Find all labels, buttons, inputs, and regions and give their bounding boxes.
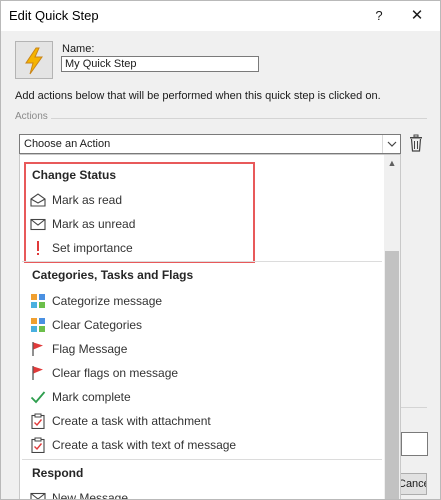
- action-dropdown-list: Change Status Mark as read Mark as unrea…: [19, 154, 401, 500]
- divider: [22, 261, 382, 262]
- chevron-down-icon[interactable]: [382, 135, 400, 153]
- instructions-text: Add actions below that will be performed…: [15, 90, 381, 102]
- scroll-up-arrow-icon[interactable]: ▲: [384, 155, 400, 171]
- highlight-box: [24, 162, 255, 263]
- menu-item-label: Create a task with attachment: [52, 414, 211, 428]
- menu-item-mark-complete[interactable]: Mark complete: [30, 386, 380, 408]
- envelope-icon: [30, 490, 46, 499]
- categorize-icon: [30, 293, 46, 309]
- menu-item-categorize-message[interactable]: Categorize message: [30, 290, 380, 312]
- action-select[interactable]: Choose an Action: [19, 134, 401, 154]
- divider: [401, 407, 427, 408]
- group-header-categories-tasks-flags: Categories, Tasks and Flags: [32, 268, 194, 282]
- menu-item-task-with-attachment[interactable]: Create a task with attachment: [30, 410, 380, 432]
- cancel-button[interactable]: Cancel: [397, 473, 427, 495]
- menu-item-clear-flags[interactable]: Clear flags on message: [30, 362, 380, 384]
- edit-quick-step-dialog: Edit Quick Step ? ✕ Name: My Quick Step …: [0, 0, 441, 500]
- menu-item-clear-categories[interactable]: Clear Categories: [30, 314, 380, 336]
- action-select-value: Choose an Action: [24, 138, 111, 150]
- help-button[interactable]: ?: [369, 5, 389, 27]
- menu-item-label: Clear flags on message: [52, 366, 179, 380]
- name-label: Name:: [62, 43, 95, 55]
- menu-item-flag-message[interactable]: Flag Message: [30, 338, 380, 360]
- green-check-icon: [30, 389, 46, 405]
- menu-item-label: Mark complete: [52, 390, 131, 404]
- task-clipboard-icon: [30, 413, 46, 430]
- menu-item-label: Flag Message: [52, 342, 128, 356]
- red-flag-icon: [30, 365, 46, 381]
- vertical-scrollbar[interactable]: ▲: [384, 155, 400, 499]
- menu-item-task-with-text[interactable]: Create a task with text of message: [30, 434, 380, 456]
- task-clipboard-icon: [30, 437, 46, 454]
- title-bar: Edit Quick Step ? ✕: [1, 1, 440, 31]
- clear-categories-icon: [30, 317, 46, 333]
- trash-icon[interactable]: [409, 134, 423, 152]
- group-header-respond: Respond: [32, 466, 84, 480]
- divider: [51, 118, 427, 119]
- lightning-bolt-icon[interactable]: [15, 41, 53, 79]
- menu-item-label: Clear Categories: [52, 318, 143, 332]
- red-flag-icon: [30, 341, 46, 357]
- divider: [22, 459, 382, 460]
- menu-item-label: Categorize message: [52, 294, 163, 308]
- close-button[interactable]: ✕: [406, 5, 428, 27]
- menu-item-label: New Message: [52, 491, 129, 500]
- menu-item-new-message[interactable]: New Message: [30, 487, 380, 500]
- menu-item-label: Create a task with text of message: [52, 438, 237, 452]
- name-input[interactable]: My Quick Step: [61, 56, 259, 72]
- scrollbar-thumb[interactable]: [385, 251, 399, 499]
- window-title: Edit Quick Step: [9, 8, 99, 23]
- actions-section-label: Actions: [15, 111, 48, 122]
- tooltip-text-input[interactable]: [401, 432, 428, 456]
